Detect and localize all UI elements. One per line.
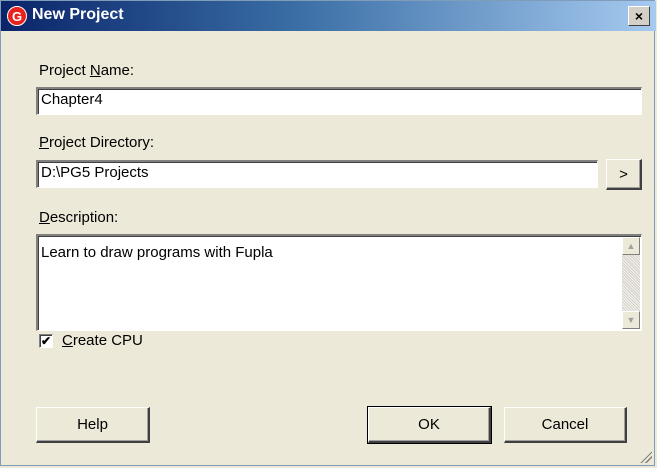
description-label-accel: D [39, 209, 50, 226]
cancel-button[interactable]: Cancel [504, 407, 627, 443]
project-name-value: Chapter4 [41, 91, 103, 108]
title-bar[interactable]: G New Project × [1, 1, 656, 31]
help-button[interactable]: Help [36, 407, 150, 443]
close-icon: × [634, 8, 644, 24]
description-label-text: escription: [49, 209, 119, 226]
description-textarea[interactable]: Learn to draw programs with Fupla ▲ ▼ [36, 234, 642, 331]
description-scrollbar[interactable]: ▲ ▼ [622, 237, 640, 329]
project-name-label-text-1: Project [39, 62, 90, 79]
project-directory-input[interactable]: D:\PG5 Projects [36, 160, 598, 188]
create-cpu-label[interactable]: Create CPU [62, 332, 143, 349]
scroll-up-button[interactable]: ▲ [622, 237, 640, 255]
project-directory-label-text: roject Directory: [49, 134, 155, 151]
project-directory-value: D:\PG5 Projects [41, 164, 149, 181]
scroll-down-button[interactable]: ▼ [622, 311, 640, 329]
pg5-app-icon: G [7, 6, 27, 26]
cancel-button-label: Cancel [541, 416, 589, 433]
description-label: Description: [39, 209, 118, 226]
ok-button[interactable]: OK [367, 406, 492, 444]
resize-grip-icon[interactable] [640, 451, 652, 463]
create-cpu-label-accel: C [62, 332, 73, 349]
project-name-label-accel: N [89, 62, 101, 79]
project-name-label: Project Name: [39, 62, 134, 79]
description-value: Learn to draw programs with Fupla [41, 244, 273, 261]
create-cpu-checkbox[interactable]: ✔ [39, 334, 53, 348]
scroll-up-icon: ▲ [626, 241, 636, 251]
project-name-label-text-2: ame: [100, 62, 135, 79]
ok-button-label: OK [418, 416, 440, 433]
project-directory-label-accel: P [39, 134, 50, 151]
close-button[interactable]: × [628, 6, 650, 26]
new-project-dialog: G New Project × Project Name: Chapter4 P… [0, 0, 656, 466]
check-icon: ✔ [40, 334, 52, 348]
project-name-input[interactable]: Chapter4 [36, 87, 642, 115]
create-cpu-label-text: reate CPU [72, 332, 143, 349]
help-button-label: Help [77, 416, 108, 433]
window-title: New Project [32, 6, 124, 23]
browse-directory-button[interactable]: > [606, 159, 642, 190]
project-directory-label: Project Directory: [39, 134, 154, 151]
browse-arrow-icon: > [619, 165, 628, 183]
scroll-down-icon: ▼ [626, 315, 636, 325]
